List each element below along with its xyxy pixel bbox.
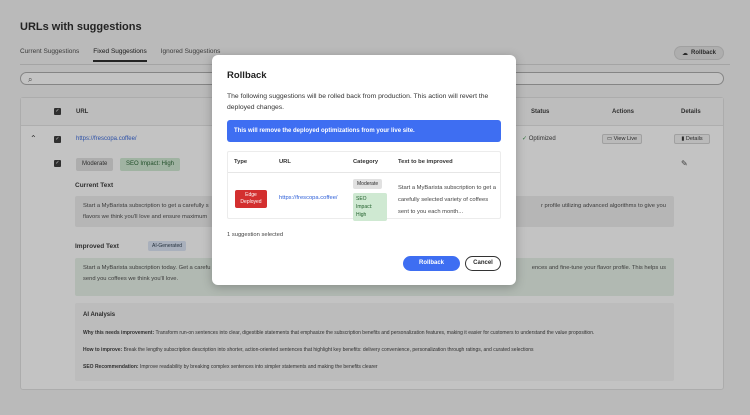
edge-deployed-badge: Edge Deployed — [235, 190, 267, 208]
header-category: Category — [353, 159, 379, 165]
rollback-table: Type URL Category Text to be improved Ed… — [227, 151, 501, 221]
header-text: Text to be improved — [398, 159, 453, 165]
category-seo-badge: SEO Impact: High — [353, 193, 387, 221]
cancel-button[interactable]: Cancel — [465, 256, 501, 271]
text-to-improve: Start a MyBarista subscription to get a … — [398, 185, 496, 215]
header-divider — [228, 172, 500, 173]
dialog-title: Rollback — [227, 70, 267, 81]
row-url-link[interactable]: https://frescopa.coffee/ — [279, 195, 338, 201]
rollback-button[interactable]: Rollback — [403, 256, 460, 271]
header-type: Type — [234, 159, 248, 165]
warning-banner: This will remove the deployed optimizati… — [227, 120, 501, 142]
header-url: URL — [279, 159, 291, 165]
category-moderate-badge: Moderate — [353, 179, 383, 189]
selected-count: 1 suggestion selected — [227, 232, 284, 238]
dialog-description: The following suggestions will be rolled… — [227, 93, 489, 111]
rollback-dialog: Rollback The following suggestions will … — [212, 55, 516, 285]
